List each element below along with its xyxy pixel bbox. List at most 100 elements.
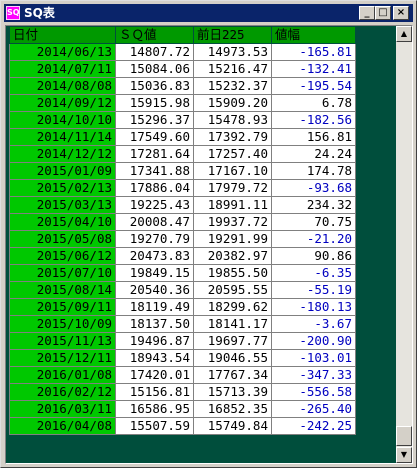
sq-value-cell[interactable]: 18137.50 [115, 315, 194, 333]
sq-value-cell[interactable]: 15084.06 [115, 60, 194, 78]
date-cell[interactable]: 2015/04/10 [9, 213, 116, 231]
prev-nikkei225-cell[interactable]: 17167.10 [193, 162, 272, 180]
table-row[interactable]: 2016/04/08 15507.59 15749.84 -242.25 [9, 417, 356, 435]
date-cell[interactable]: 2015/12/11 [9, 349, 116, 367]
sq-value-cell[interactable]: 17281.64 [115, 145, 194, 163]
header-range[interactable]: 値幅 [271, 26, 356, 44]
prev-nikkei225-cell[interactable]: 16852.35 [193, 400, 272, 418]
range-cell[interactable]: 24.24 [271, 145, 356, 163]
table-row[interactable]: 2016/03/11 16586.95 16852.35 -265.40 [9, 400, 356, 418]
sq-value-cell[interactable]: 16586.95 [115, 400, 194, 418]
date-cell[interactable]: 2014/12/12 [9, 145, 116, 163]
sq-value-cell[interactable]: 19225.43 [115, 196, 194, 214]
header-sq-value[interactable]: ＳＱ値 [115, 26, 194, 44]
sq-value-cell[interactable]: 14807.72 [115, 43, 194, 61]
maximize-button[interactable]: □ [375, 6, 391, 20]
prev-nikkei225-cell[interactable]: 17257.40 [193, 145, 272, 163]
prev-nikkei225-cell[interactable]: 17979.72 [193, 179, 272, 197]
prev-nikkei225-cell[interactable]: 19937.72 [193, 213, 272, 231]
scroll-thumb[interactable] [396, 426, 412, 446]
sq-value-cell[interactable]: 15036.83 [115, 77, 194, 95]
table-row[interactable]: 2014/07/11 15084.06 15216.47 -132.41 [9, 60, 356, 78]
date-cell[interactable]: 2016/04/08 [9, 417, 116, 435]
sq-value-cell[interactable]: 17420.01 [115, 366, 194, 384]
range-cell[interactable]: -165.81 [271, 43, 356, 61]
date-cell[interactable]: 2016/01/08 [9, 366, 116, 384]
table-row[interactable]: 2014/08/08 15036.83 15232.37 -195.54 [9, 77, 356, 95]
sq-value-cell[interactable]: 17549.60 [115, 128, 194, 146]
date-cell[interactable]: 2015/02/13 [9, 179, 116, 197]
header-prev-nikkei225[interactable]: 前日225 [193, 26, 272, 44]
table-row[interactable]: 2015/05/08 19270.79 19291.99 -21.20 [9, 230, 356, 248]
sq-value-cell[interactable]: 19270.79 [115, 230, 194, 248]
table-row[interactable]: 2015/10/09 18137.50 18141.17 -3.67 [9, 315, 356, 333]
range-cell[interactable]: 234.32 [271, 196, 356, 214]
date-cell[interactable]: 2016/02/12 [9, 383, 116, 401]
sq-value-cell[interactable]: 15296.37 [115, 111, 194, 129]
prev-nikkei225-cell[interactable]: 14973.53 [193, 43, 272, 61]
range-cell[interactable]: -3.67 [271, 315, 356, 333]
range-cell[interactable]: -242.25 [271, 417, 356, 435]
prev-nikkei225-cell[interactable]: 17392.79 [193, 128, 272, 146]
scroll-up-button[interactable]: ▲ [396, 26, 412, 42]
table-row[interactable]: 2014/09/12 15915.98 15909.20 6.78 [9, 94, 356, 112]
table-row[interactable]: 2016/02/12 15156.81 15713.39 -556.58 [9, 383, 356, 401]
date-cell[interactable]: 2015/07/10 [9, 264, 116, 282]
sq-value-cell[interactable]: 15507.59 [115, 417, 194, 435]
prev-nikkei225-cell[interactable]: 20382.97 [193, 247, 272, 265]
range-cell[interactable]: 156.81 [271, 128, 356, 146]
sq-value-cell[interactable]: 18943.54 [115, 349, 194, 367]
range-cell[interactable]: -103.01 [271, 349, 356, 367]
header-date[interactable]: 日付 [9, 26, 116, 44]
range-cell[interactable]: 70.75 [271, 213, 356, 231]
sq-value-cell[interactable]: 19496.87 [115, 332, 194, 350]
sq-value-cell[interactable]: 15156.81 [115, 383, 194, 401]
title-bar[interactable]: SQ SQ表 _ □ × [4, 4, 413, 22]
prev-nikkei225-cell[interactable]: 15478.93 [193, 111, 272, 129]
range-cell[interactable]: -195.54 [271, 77, 356, 95]
prev-nikkei225-cell[interactable]: 18141.17 [193, 315, 272, 333]
range-cell[interactable]: -93.68 [271, 179, 356, 197]
prev-nikkei225-cell[interactable]: 15749.84 [193, 417, 272, 435]
prev-nikkei225-cell[interactable]: 18299.62 [193, 298, 272, 316]
range-cell[interactable]: -347.33 [271, 366, 356, 384]
vertical-scrollbar[interactable]: ▲ ▼ [396, 26, 412, 463]
date-cell[interactable]: 2016/03/11 [9, 400, 116, 418]
table-row[interactable]: 2015/01/09 17341.88 17167.10 174.78 [9, 162, 356, 180]
prev-nikkei225-cell[interactable]: 15713.39 [193, 383, 272, 401]
date-cell[interactable]: 2014/08/08 [9, 77, 116, 95]
prev-nikkei225-cell[interactable]: 17767.34 [193, 366, 272, 384]
table-row[interactable]: 2015/06/12 20473.83 20382.97 90.86 [9, 247, 356, 265]
sq-value-cell[interactable]: 20473.83 [115, 247, 194, 265]
prev-nikkei225-cell[interactable]: 19697.77 [193, 332, 272, 350]
date-cell[interactable]: 2015/08/14 [9, 281, 116, 299]
prev-nikkei225-cell[interactable]: 18991.11 [193, 196, 272, 214]
prev-nikkei225-cell[interactable]: 19291.99 [193, 230, 272, 248]
range-cell[interactable]: -55.19 [271, 281, 356, 299]
table-row[interactable]: 2015/07/10 19849.15 19855.50 -6.35 [9, 264, 356, 282]
table-row[interactable]: 2015/12/11 18943.54 19046.55 -103.01 [9, 349, 356, 367]
sq-value-cell[interactable]: 20540.36 [115, 281, 194, 299]
table-row[interactable]: 2015/03/13 19225.43 18991.11 234.32 [9, 196, 356, 214]
table-row[interactable]: 2014/11/14 17549.60 17392.79 156.81 [9, 128, 356, 146]
range-cell[interactable]: -200.90 [271, 332, 356, 350]
date-cell[interactable]: 2014/09/12 [9, 94, 116, 112]
range-cell[interactable]: 6.78 [271, 94, 356, 112]
range-cell[interactable]: -132.41 [271, 60, 356, 78]
range-cell[interactable]: -556.58 [271, 383, 356, 401]
sq-value-cell[interactable]: 20008.47 [115, 213, 194, 231]
date-cell[interactable]: 2015/01/09 [9, 162, 116, 180]
range-cell[interactable]: -21.20 [271, 230, 356, 248]
prev-nikkei225-cell[interactable]: 15909.20 [193, 94, 272, 112]
sq-value-cell[interactable]: 15915.98 [115, 94, 194, 112]
date-cell[interactable]: 2015/11/13 [9, 332, 116, 350]
sq-value-cell[interactable]: 17886.04 [115, 179, 194, 197]
prev-nikkei225-cell[interactable]: 15216.47 [193, 60, 272, 78]
range-cell[interactable]: -265.40 [271, 400, 356, 418]
close-button[interactable]: × [393, 6, 409, 20]
table-row[interactable]: 2014/06/13 14807.72 14973.53 -165.81 [9, 43, 356, 61]
sq-value-cell[interactable]: 17341.88 [115, 162, 194, 180]
scroll-down-button[interactable]: ▼ [396, 447, 412, 463]
date-cell[interactable]: 2014/07/11 [9, 60, 116, 78]
prev-nikkei225-cell[interactable]: 15232.37 [193, 77, 272, 95]
